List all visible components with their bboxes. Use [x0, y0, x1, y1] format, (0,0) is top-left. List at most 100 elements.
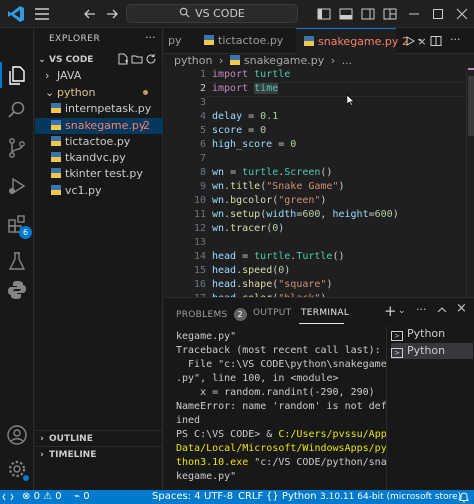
line-number: 16 [193, 279, 206, 290]
customize-layout-icon[interactable] [380, 4, 400, 24]
remote-icon[interactable] [2, 490, 18, 504]
toggle-panel-icon[interactable] [336, 4, 356, 24]
line-number: 12 [193, 223, 206, 234]
code-editor[interactable]: 1234567891011121314151617 import turtle … [164, 68, 474, 297]
terminal-line: ined [176, 415, 201, 426]
terminal-arg: "c:/VS CODE/python/sna [248, 457, 387, 468]
code-line-12: wn.tracer(0) [212, 223, 285, 234]
toggle-primary-sidebar-icon[interactable] [314, 4, 334, 24]
terminal-line: PS C:\VS CODE> & C:/Users/pvssu/App [176, 429, 387, 440]
language-label: Python [281, 491, 317, 502]
more-actions-icon[interactable]: ··· [145, 31, 156, 44]
tree-file-tictactoe[interactable]: tictactoe.py [35, 134, 163, 150]
forward-arrow-icon[interactable] [102, 4, 122, 24]
code-line-5: score = 0 [212, 125, 267, 136]
account-icon[interactable] [5, 423, 29, 447]
tree-file-snakegame[interactable]: snakegame.py 2 [35, 118, 163, 134]
minimize-icon[interactable] [404, 4, 424, 24]
close-panel-icon[interactable]: × [456, 301, 467, 316]
line-number: 6 [199, 139, 206, 150]
terminal-command-path: C:/Users/pvssu/App [278, 429, 387, 440]
eol-status[interactable]: CRLF [238, 490, 263, 504]
line-number: 2 [199, 83, 206, 94]
terminal-instance-1[interactable]: > Python [391, 326, 473, 342]
activity-bar: 6 [0, 28, 34, 490]
breadcrumb-file[interactable]: snakegame.py [244, 54, 324, 67]
tab-terminal[interactable]: TERMINAL [301, 308, 349, 318]
line-number: 13 [193, 237, 206, 248]
indentation-status[interactable]: Spaces: 4 [152, 490, 201, 504]
search-text: VS CODE [195, 7, 245, 20]
run-debug-icon[interactable] [5, 174, 29, 198]
new-terminal-icon[interactable]: + [384, 302, 397, 320]
tab-tictactoe[interactable]: tictactoe.py [196, 28, 296, 54]
code-line-11: wn.setup(width=600, height=600) [212, 209, 399, 220]
new-folder-icon[interactable] [131, 53, 143, 68]
panel-more-actions-icon[interactable]: ··· [416, 303, 427, 316]
run-options-chevron-icon[interactable]: ⌄ [416, 34, 424, 44]
terminal-line: thon3.10.exe "c:/VS CODE/python/sna [176, 457, 387, 468]
close-window-icon[interactable] [452, 4, 472, 24]
breadcrumb-folder[interactable]: python [174, 54, 212, 67]
chevron-down-icon: ⌄ [45, 86, 55, 99]
refresh-icon[interactable] [145, 53, 157, 68]
encoding-status[interactable]: UTF-8 [204, 490, 233, 504]
terminal-instance-2[interactable]: > Python [391, 343, 473, 359]
tree-file-tkinter-test[interactable]: tkinter test.py [35, 166, 163, 182]
interpreter-status[interactable]: 3.10.11 64-bit (microsoft store) [320, 490, 461, 504]
maximize-icon[interactable] [428, 4, 448, 24]
run-python-icon[interactable] [404, 35, 416, 50]
timeline-section-header[interactable]: › TIMELINE [35, 446, 163, 462]
language-status[interactable]: {} Python [266, 490, 317, 504]
code-line-1: import turtle [212, 69, 291, 80]
outline-label: OUTLINE [49, 434, 93, 444]
toggle-secondary-sidebar-icon[interactable] [358, 4, 378, 24]
new-file-icon[interactable] [117, 53, 129, 68]
tab-label: snakegame.py 2 [318, 35, 409, 48]
python-file-icon [51, 151, 61, 162]
python-file-icon [204, 29, 214, 45]
back-arrow-icon[interactable] [80, 4, 100, 24]
settings-gear-icon[interactable] [5, 457, 29, 481]
python-file-icon [51, 135, 61, 146]
terminal-options-chevron-icon[interactable]: ⌄ [398, 306, 406, 316]
tab-problems[interactable]: PROBLEMS 2 [176, 308, 247, 321]
split-editor-icon[interactable] [430, 35, 442, 50]
search-icon[interactable] [5, 98, 29, 122]
extensions-icon[interactable]: 6 [5, 212, 32, 239]
explorer-icon[interactable] [5, 63, 29, 87]
tree-item-label: snakegame.py [65, 119, 146, 132]
terminal-prompt: PS C:\VS CODE> & [176, 429, 279, 440]
tree-file-tkandvc[interactable]: tkandvc.py [35, 150, 163, 166]
editor-more-actions-icon[interactable]: ··· [450, 33, 461, 46]
tree-folder-java[interactable]: › JAVA [35, 68, 163, 84]
tab-hidden-file[interactable]: py [164, 28, 194, 54]
tab-output[interactable]: OUTPUT [253, 308, 291, 318]
command-center-search[interactable]: VS CODE [126, 4, 298, 23]
testing-icon[interactable] [5, 250, 29, 274]
line-number: 14 [193, 251, 206, 262]
line-number: 4 [199, 111, 206, 122]
active-indicator [0, 62, 2, 88]
source-control-icon[interactable] [5, 136, 29, 160]
terminal-instance-label: Python [407, 344, 446, 357]
ports-status[interactable]: ⌁ 0 [74, 490, 90, 504]
tree-file-internpetask[interactable]: internpetask.py [35, 101, 163, 117]
terminal-instance-list: > Python > Python [386, 326, 474, 491]
explorer-root-folder[interactable]: ⌄ VS CODE [35, 52, 163, 68]
menu-icon[interactable] [32, 4, 52, 24]
outline-section-header[interactable]: › OUTLINE [35, 430, 163, 446]
tab-snakegame[interactable]: snakegame.py 2 × [296, 28, 427, 54]
notifications-bell-icon[interactable] [458, 490, 470, 504]
python-icon[interactable] [5, 278, 29, 302]
tree-folder-python[interactable]: ⌄ python [35, 85, 163, 101]
chevron-right-icon: › [45, 69, 50, 82]
problems-status[interactable]: ⊗ 0 ⚠ 0 [22, 490, 62, 504]
line-number: 5 [199, 125, 206, 136]
modified-dot-icon [143, 90, 148, 95]
maximize-panel-icon[interactable] [436, 304, 448, 319]
editor-scrollbar[interactable] [466, 68, 474, 297]
terminal-line: Traceback (most recent call last): [176, 345, 381, 356]
problems-count-badge: 2 [233, 308, 247, 321]
tree-file-vc1[interactable]: vc1.py [35, 183, 163, 199]
